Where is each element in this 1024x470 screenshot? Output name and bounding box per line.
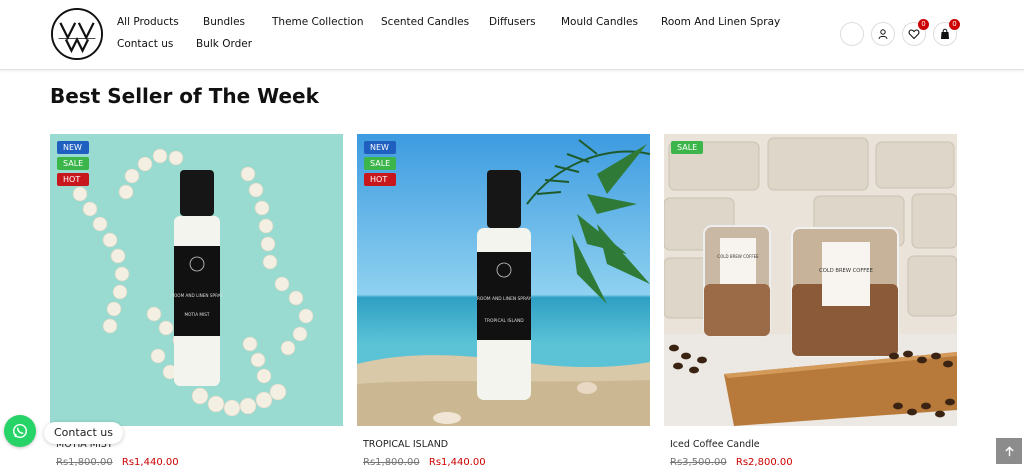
bottle-label: ROOM AND LINEN SPRAY bbox=[477, 296, 532, 302]
badge-sale: SALE bbox=[57, 157, 90, 170]
bottle-sub: MOTIA MIST bbox=[185, 312, 210, 317]
nav-theme-collection[interactable]: Theme Collection bbox=[272, 16, 364, 28]
bag-icon bbox=[941, 28, 949, 39]
svg-text:COLD BREW COFFEE: COLD BREW COFFEE bbox=[717, 254, 759, 259]
motia-mist-photo: ROOM AND LINEN SPRAY MOTIA MIST bbox=[50, 134, 343, 426]
nav-all-products[interactable]: All Products bbox=[117, 16, 179, 28]
whatsapp-button[interactable] bbox=[4, 415, 36, 447]
nav-contact-us[interactable]: Contact us bbox=[117, 38, 173, 50]
product-image[interactable]: COLD BREW COFFEE COLD BREW COFFEE bbox=[664, 134, 957, 426]
bottle-sub: TROPICAL ISLAND bbox=[483, 318, 524, 324]
badge-new: NEW bbox=[364, 141, 397, 154]
product-image[interactable]: ROOM AND LINEN SPRAY MOTIA MIST bbox=[50, 134, 343, 426]
jar-label: COLD BREW COFFEE bbox=[819, 268, 873, 274]
wishlist-button[interactable]: 0 bbox=[902, 19, 929, 46]
badge-hot: HOT bbox=[57, 173, 90, 186]
nav-scented-candles[interactable]: Scented Candles bbox=[381, 16, 469, 28]
sale-price: Rs1,440.00 bbox=[121, 457, 179, 468]
price-row: Rs3,500.00 Rs2,800.00 bbox=[670, 457, 793, 468]
wishlist-count: 0 bbox=[918, 19, 929, 30]
nav-mould-candles[interactable]: Mould Candles bbox=[561, 16, 638, 28]
account-button[interactable] bbox=[871, 22, 895, 46]
badge-sale: SALE bbox=[671, 141, 704, 154]
heart-icon bbox=[908, 29, 920, 40]
product-card: COLD BREW COFFEE COLD BREW COFFEE SALE I… bbox=[664, 134, 957, 470]
sale-price: Rs2,800.00 bbox=[735, 457, 793, 468]
badge-group: SALE bbox=[671, 141, 704, 154]
section-title: Best Seller of The Week bbox=[50, 84, 319, 108]
badge-sale: SALE bbox=[364, 157, 397, 170]
badge-new: NEW bbox=[57, 141, 90, 154]
iced-coffee-candle-photo: COLD BREW COFFEE COLD BREW COFFEE bbox=[664, 134, 957, 426]
badge-hot: HOT bbox=[364, 173, 397, 186]
cart-count: 0 bbox=[949, 19, 960, 30]
whatsapp-contact-label[interactable]: Contact us bbox=[44, 422, 123, 444]
old-price: Rs1,800.00 bbox=[56, 457, 113, 468]
product-image[interactable]: ROOM AND LINEN SPRAY TROPICAL ISLAND bbox=[357, 134, 650, 426]
tropical-island-photo: ROOM AND LINEN SPRAY TROPICAL ISLAND bbox=[357, 134, 650, 426]
nav-bulk-order[interactable]: Bulk Order bbox=[196, 38, 252, 50]
badge-group: NEW SALE HOT bbox=[364, 141, 397, 186]
cart-button[interactable]: 0 bbox=[933, 19, 960, 46]
price-row: Rs1,800.00 Rs1,440.00 bbox=[56, 457, 179, 468]
old-price: Rs1,800.00 bbox=[363, 457, 420, 468]
badge-group: NEW SALE HOT bbox=[57, 141, 90, 186]
logo-mark bbox=[53, 10, 101, 58]
back-to-top-button[interactable] bbox=[996, 438, 1022, 464]
product-card: ROOM AND LINEN SPRAY MOTIA MIST NEW SALE… bbox=[50, 134, 343, 470]
site-header: All Products Bundles Theme Collection Sc… bbox=[0, 0, 1024, 70]
product-name[interactable]: Iced Coffee Candle bbox=[670, 439, 760, 450]
search-button[interactable] bbox=[840, 22, 864, 46]
sale-price: Rs1,440.00 bbox=[428, 457, 486, 468]
bottle-label: ROOM AND LINEN SPRAY bbox=[171, 293, 223, 298]
product-card: ROOM AND LINEN SPRAY TROPICAL ISLAND NEW… bbox=[357, 134, 650, 470]
price-row: Rs1,800.00 Rs1,440.00 bbox=[363, 457, 486, 468]
nav-diffusers[interactable]: Diffusers bbox=[489, 16, 536, 28]
old-price: Rs3,500.00 bbox=[670, 457, 727, 468]
product-name[interactable]: TROPICAL ISLAND bbox=[363, 439, 448, 450]
nav-bundles[interactable]: Bundles bbox=[203, 16, 245, 28]
whatsapp-icon bbox=[12, 423, 28, 439]
arrow-up-icon bbox=[1004, 445, 1014, 456]
user-icon bbox=[878, 29, 888, 40]
nav-room-and-linen-spray[interactable]: Room And Linen Spray bbox=[661, 16, 780, 28]
site-logo[interactable] bbox=[51, 8, 103, 60]
